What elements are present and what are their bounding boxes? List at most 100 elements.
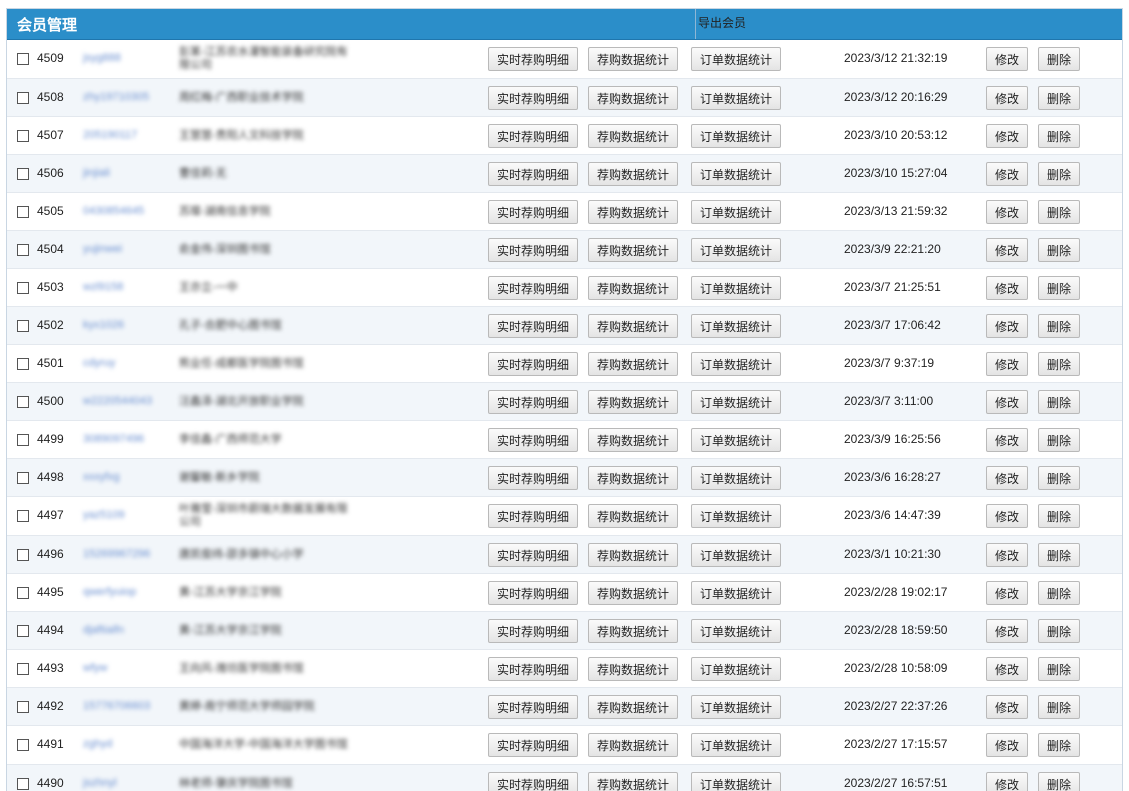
- order-stats-button[interactable]: 订单数据统计: [691, 771, 781, 791]
- row-checkbox[interactable]: [17, 586, 29, 599]
- row-checkbox[interactable]: [17, 395, 29, 408]
- member-username-link[interactable]: yujinwei: [83, 243, 122, 255]
- order-stats-button[interactable]: 订单数据统计: [691, 694, 781, 719]
- delete-button[interactable]: 删除: [1038, 542, 1080, 567]
- order-stats-button[interactable]: 订单数据统计: [691, 618, 781, 643]
- recommend-stats-button[interactable]: 荐购数据统计: [588, 694, 678, 719]
- member-username-link[interactable]: jszhnyl: [83, 777, 117, 789]
- delete-button[interactable]: 删除: [1038, 237, 1080, 262]
- order-stats-button[interactable]: 订单数据统计: [691, 275, 781, 300]
- member-username-link[interactable]: xxxyfxg: [83, 471, 120, 483]
- member-username-link[interactable]: zhy19710305: [83, 91, 149, 103]
- edit-button[interactable]: 修改: [986, 47, 1028, 71]
- member-username-link[interactable]: w2220544043: [83, 395, 152, 407]
- recommend-stats-button[interactable]: 荐购数据统计: [588, 656, 678, 681]
- realtime-recommend-detail-button[interactable]: 实时荐购明细: [488, 237, 578, 262]
- delete-button[interactable]: 删除: [1038, 504, 1080, 528]
- delete-button[interactable]: 删除: [1038, 656, 1080, 681]
- member-username-link[interactable]: 205190117: [83, 129, 137, 141]
- realtime-recommend-detail-button[interactable]: 实时荐购明细: [488, 389, 578, 414]
- realtime-recommend-detail-button[interactable]: 实时荐购明细: [488, 123, 578, 148]
- realtime-recommend-detail-button[interactable]: 实时荐购明细: [488, 161, 578, 186]
- member-username-link[interactable]: wfyw: [83, 662, 107, 674]
- member-username-link[interactable]: 15776706603: [83, 700, 150, 712]
- delete-button[interactable]: 删除: [1038, 275, 1080, 300]
- edit-button[interactable]: 修改: [986, 85, 1028, 110]
- delete-button[interactable]: 删除: [1038, 771, 1080, 791]
- row-checkbox[interactable]: [17, 53, 29, 65]
- row-checkbox[interactable]: [17, 662, 29, 675]
- delete-button[interactable]: 删除: [1038, 85, 1080, 110]
- edit-button[interactable]: 修改: [986, 123, 1028, 148]
- realtime-recommend-detail-button[interactable]: 实时荐购明细: [488, 47, 578, 71]
- recommend-stats-button[interactable]: 荐购数据统计: [588, 199, 678, 224]
- row-checkbox[interactable]: [17, 319, 29, 332]
- realtime-recommend-detail-button[interactable]: 实时荐购明细: [488, 771, 578, 791]
- order-stats-button[interactable]: 订单数据统计: [691, 389, 781, 414]
- edit-button[interactable]: 修改: [986, 427, 1028, 452]
- row-checkbox[interactable]: [17, 167, 29, 180]
- delete-button[interactable]: 删除: [1038, 123, 1080, 148]
- edit-button[interactable]: 修改: [986, 161, 1028, 186]
- row-checkbox[interactable]: [17, 433, 29, 446]
- delete-button[interactable]: 删除: [1038, 427, 1080, 452]
- order-stats-button[interactable]: 订单数据统计: [691, 542, 781, 567]
- order-stats-button[interactable]: 订单数据统计: [691, 504, 781, 528]
- edit-button[interactable]: 修改: [986, 542, 1028, 567]
- realtime-recommend-detail-button[interactable]: 实时荐购明细: [488, 542, 578, 567]
- realtime-recommend-detail-button[interactable]: 实时荐购明细: [488, 351, 578, 376]
- member-username-link[interactable]: cdyruy: [83, 357, 115, 369]
- edit-button[interactable]: 修改: [986, 389, 1028, 414]
- edit-button[interactable]: 修改: [986, 580, 1028, 605]
- row-checkbox[interactable]: [17, 548, 29, 561]
- delete-button[interactable]: 删除: [1038, 580, 1080, 605]
- row-checkbox[interactable]: [17, 471, 29, 484]
- recommend-stats-button[interactable]: 荐购数据统计: [588, 618, 678, 643]
- member-username-link[interactable]: wzl9158: [83, 281, 123, 293]
- order-stats-button[interactable]: 订单数据统计: [691, 351, 781, 376]
- delete-button[interactable]: 删除: [1038, 733, 1080, 757]
- recommend-stats-button[interactable]: 荐购数据统计: [588, 733, 678, 757]
- recommend-stats-button[interactable]: 荐购数据统计: [588, 389, 678, 414]
- row-checkbox[interactable]: [17, 739, 29, 751]
- order-stats-button[interactable]: 订单数据统计: [691, 465, 781, 490]
- delete-button[interactable]: 删除: [1038, 351, 1080, 376]
- member-username-link[interactable]: 3089097496: [83, 433, 144, 445]
- realtime-recommend-detail-button[interactable]: 实时荐购明细: [488, 694, 578, 719]
- delete-button[interactable]: 删除: [1038, 313, 1080, 338]
- edit-button[interactable]: 修改: [986, 771, 1028, 791]
- recommend-stats-button[interactable]: 荐购数据统计: [588, 351, 678, 376]
- realtime-recommend-detail-button[interactable]: 实时荐购明细: [488, 580, 578, 605]
- realtime-recommend-detail-button[interactable]: 实时荐购明细: [488, 199, 578, 224]
- edit-button[interactable]: 修改: [986, 275, 1028, 300]
- order-stats-button[interactable]: 订单数据统计: [691, 656, 781, 681]
- recommend-stats-button[interactable]: 荐购数据统计: [588, 313, 678, 338]
- realtime-recommend-detail-button[interactable]: 实时荐购明细: [488, 733, 578, 757]
- edit-button[interactable]: 修改: [986, 351, 1028, 376]
- edit-button[interactable]: 修改: [986, 656, 1028, 681]
- edit-button[interactable]: 修改: [986, 504, 1028, 528]
- realtime-recommend-detail-button[interactable]: 实时荐购明细: [488, 85, 578, 110]
- order-stats-button[interactable]: 订单数据统计: [691, 161, 781, 186]
- delete-button[interactable]: 删除: [1038, 161, 1080, 186]
- recommend-stats-button[interactable]: 荐购数据统计: [588, 465, 678, 490]
- realtime-recommend-detail-button[interactable]: 实时荐购明细: [488, 618, 578, 643]
- delete-button[interactable]: 删除: [1038, 465, 1080, 490]
- delete-button[interactable]: 删除: [1038, 199, 1080, 224]
- row-checkbox[interactable]: [17, 624, 29, 637]
- recommend-stats-button[interactable]: 荐购数据统计: [588, 47, 678, 71]
- member-username-link[interactable]: yaz5109: [83, 509, 125, 521]
- recommend-stats-button[interactable]: 荐购数据统计: [588, 123, 678, 148]
- realtime-recommend-detail-button[interactable]: 实时荐购明细: [488, 275, 578, 300]
- row-checkbox[interactable]: [17, 129, 29, 142]
- edit-button[interactable]: 修改: [986, 199, 1028, 224]
- order-stats-button[interactable]: 订单数据统计: [691, 427, 781, 452]
- row-checkbox[interactable]: [17, 700, 29, 713]
- row-checkbox[interactable]: [17, 243, 29, 256]
- row-checkbox[interactable]: [17, 510, 29, 522]
- edit-button[interactable]: 修改: [986, 694, 1028, 719]
- order-stats-button[interactable]: 订单数据统计: [691, 123, 781, 148]
- row-checkbox[interactable]: [17, 205, 29, 218]
- row-checkbox[interactable]: [17, 777, 29, 790]
- order-stats-button[interactable]: 订单数据统计: [691, 313, 781, 338]
